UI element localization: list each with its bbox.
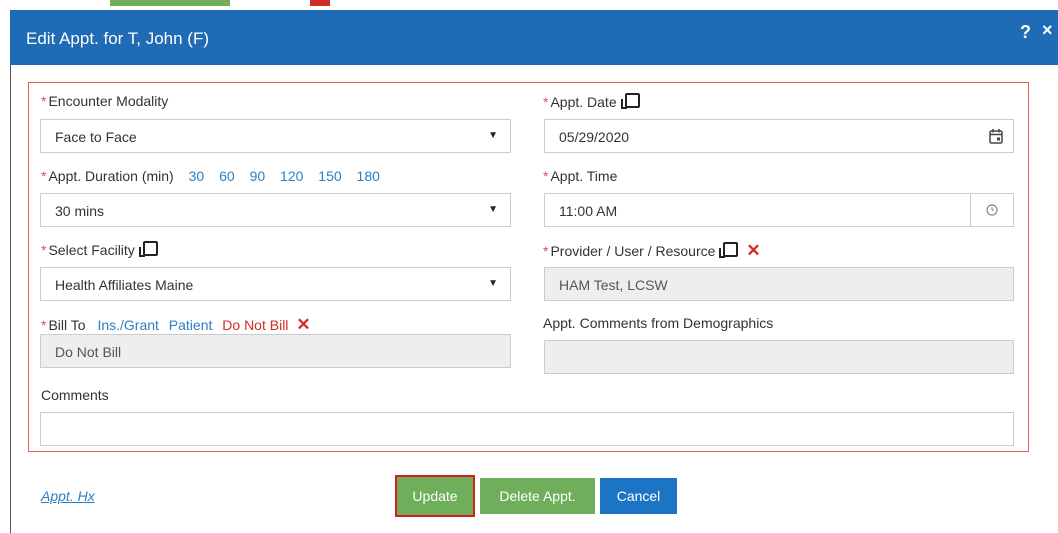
label-text: Appt. Date: [550, 94, 617, 110]
required-mark: *: [543, 243, 549, 259]
duration-option-150[interactable]: 150: [318, 168, 341, 184]
demographics-comments-label: Appt. Comments from Demographics: [543, 315, 774, 331]
close-icon[interactable]: ×: [1042, 20, 1053, 41]
caret-down-icon: ▼: [488, 204, 498, 215]
duration-option-180[interactable]: 180: [357, 168, 380, 184]
clock-icon[interactable]: [970, 194, 1013, 226]
dialog-header: Edit Appt. for T, John (F) ? ×: [10, 10, 1058, 65]
select-value: 30 mins: [55, 203, 105, 219]
facility-label: * Select Facility: [41, 241, 158, 258]
copy-icon[interactable]: [138, 241, 158, 257]
cancel-button[interactable]: Cancel: [600, 478, 677, 514]
copy-icon[interactable]: [719, 242, 739, 258]
help-icon[interactable]: ?: [1020, 22, 1031, 43]
select-value: Face to Face: [55, 129, 137, 145]
dialog-border: [10, 65, 11, 533]
appt-duration-select[interactable]: 30 mins ▼: [40, 193, 511, 227]
appt-duration-label: * Appt. Duration (min) 30 60 90 120 150 1…: [41, 168, 380, 184]
appt-time-input[interactable]: 11:00 AM: [544, 193, 1014, 227]
duration-option-60[interactable]: 60: [219, 168, 235, 184]
required-mark: *: [543, 168, 549, 184]
input-value: HAM Test, LCSW: [559, 277, 668, 293]
appt-history-link[interactable]: Appt. Hx: [41, 488, 95, 504]
remove-x-icon[interactable]: ✕: [746, 241, 760, 260]
input-value: 05/29/2020: [559, 129, 630, 145]
comments-label: Comments: [41, 387, 109, 403]
background-tab: [310, 0, 330, 6]
label-text: Provider / User / Resource: [550, 243, 716, 259]
delete-appt-button[interactable]: Delete Appt.: [480, 478, 595, 514]
bill-to-ins-grant-link[interactable]: Ins./Grant: [97, 317, 158, 333]
background-strip: [0, 0, 1058, 10]
calendar-icon[interactable]: [979, 120, 1013, 152]
required-mark: *: [41, 93, 47, 109]
provider-input[interactable]: HAM Test, LCSW: [544, 267, 1014, 301]
select-value: Health Affiliates Maine: [55, 277, 194, 293]
label-text: Appt. Duration (min): [48, 168, 174, 184]
bill-to-patient-link[interactable]: Patient: [169, 317, 213, 333]
facility-select[interactable]: Health Affiliates Maine ▼: [40, 267, 511, 301]
bill-to-do-not-bill-link[interactable]: Do Not Bill: [222, 317, 288, 333]
label-text: Bill To: [48, 317, 86, 333]
required-mark: *: [41, 317, 47, 333]
input-value: Do Not Bill: [55, 344, 122, 360]
dialog-title: Edit Appt. for T, John (F): [26, 29, 209, 48]
input-value: 11:00 AM: [559, 203, 618, 219]
caret-down-icon: ▼: [488, 130, 498, 141]
provider-label: * Provider / User / Resource ✕: [543, 241, 761, 261]
copy-icon[interactable]: [620, 93, 640, 109]
comments-input[interactable]: [40, 412, 1014, 446]
required-mark: *: [543, 94, 549, 110]
required-mark: *: [41, 242, 47, 258]
remove-x-icon[interactable]: ✕: [296, 315, 310, 334]
label-text: Appt. Time: [550, 168, 618, 184]
duration-option-30[interactable]: 30: [189, 168, 205, 184]
encounter-modality-label: * Encounter Modality: [41, 93, 168, 109]
duration-option-120[interactable]: 120: [280, 168, 303, 184]
encounter-modality-select[interactable]: Face to Face ▼: [40, 119, 511, 153]
required-mark: *: [41, 168, 47, 184]
appt-date-input[interactable]: 05/29/2020: [544, 119, 1014, 153]
label-text: Select Facility: [48, 242, 135, 258]
appt-date-label: * Appt. Date: [543, 93, 640, 110]
demographics-comments-input: [544, 340, 1014, 374]
update-button[interactable]: Update: [395, 475, 475, 517]
label-text: Encounter Modality: [48, 93, 169, 109]
background-tab: [110, 0, 230, 6]
caret-down-icon: ▼: [488, 278, 498, 289]
bill-to-input[interactable]: Do Not Bill: [40, 334, 511, 368]
bill-to-label: * Bill To Ins./Grant Patient Do Not Bill ✕: [41, 315, 311, 335]
duration-option-90[interactable]: 90: [250, 168, 266, 184]
appt-time-label: * Appt. Time: [543, 168, 617, 184]
